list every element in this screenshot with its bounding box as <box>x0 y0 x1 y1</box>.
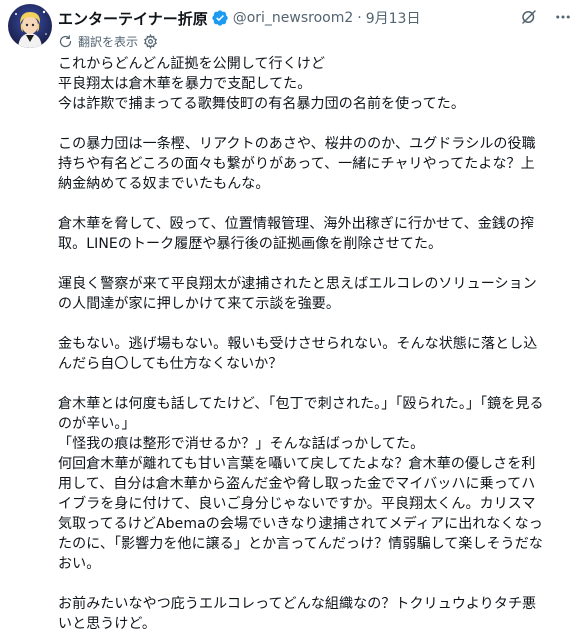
separator-dot: · <box>357 10 362 26</box>
more-options-icon[interactable] <box>553 7 573 27</box>
tweet-line: お前みたいなやつ庇うエルコレってどんな組織なの？トクリュウよりタチ悪 <box>58 596 537 612</box>
avatar-image <box>8 4 52 48</box>
tweet-line: 「怪我の痕は整形で消せるか？」そんな話ばっかしてた。 <box>58 436 425 452</box>
tweet-line: んだら自〇しても仕方なくないか？ <box>58 356 283 372</box>
tweet-line: 気取ってるけどAbemaの会場でいきなり逮捕されてメディアに出れなくなっ <box>58 516 543 532</box>
avatar[interactable] <box>8 4 52 48</box>
tweet-line: 取。LINEのトーク履歴や暴行後の証拠画像を削除させてた。 <box>58 236 443 252</box>
verified-badge-icon <box>211 9 229 27</box>
settings-gear-icon[interactable] <box>143 33 158 49</box>
display-name[interactable]: エンターテイナー折原 <box>58 8 208 29</box>
tweet-line: の人間達が家に押しかけて来て示談を強要。 <box>58 296 340 312</box>
tweet-line: 運良く警察が来て平良翔太が逮捕されたと思えばエルコレのソリューション <box>58 276 537 292</box>
tweet-paragraph: この暴力団は一条樫、リアクトのあさや、桜井ののか、ユグドラシルの役職 持ちや有名ど… <box>58 134 572 194</box>
header-actions <box>519 7 573 27</box>
tweet-line: 納金納めてる奴までいたもんな。 <box>58 176 270 192</box>
tweet-text: これからどんどん証拠を公開して行くけど 平良翔太は倉木華を暴力で支配してた。今は詐… <box>58 54 572 634</box>
author-handle[interactable]: @ori_newsroom2 <box>233 10 354 26</box>
tweet-line: 用して、自分は倉木華から盗んだ金や脅し取った金でマイバッハに乗ってハ <box>58 476 536 492</box>
tweet-line: 倉木華を脅して、殴って、位置情報管理、海外出稼ぎに行かせて、金銭の搾 <box>58 216 535 232</box>
tweet-line: 金もない。逃げ場もない。報いも受けさせられない。そんな状態に落とし込 <box>58 336 538 352</box>
tweet-paragraph: これからどんどん証拠を公開して行くけど 平良翔太は倉木華を暴力で支配してた。今は詐… <box>58 54 572 114</box>
tweet-paragraph: 倉木華とは何度も話してたけど、「包丁で刺された。」「殴られた。」「鏡を見る のが辛… <box>58 394 572 574</box>
tweet-line: のが辛い。」 <box>58 416 136 432</box>
show-translation-link[interactable]: 翻訳を表示 <box>78 33 138 50</box>
tweet-paragraph: 金もない。逃げ場もない。報いも受けさせられない。そんな状態に落とし込 んだら自〇し… <box>58 334 572 374</box>
tweet-line: おい。 <box>58 556 101 572</box>
tweet-header: エンターテイナー折原 @ori_newsroom2 · 9月13日 <box>58 7 573 29</box>
tweet-line: 倉木華とは何度も話してたけど、「包丁で刺された。」「殴られた。」「鏡を見る <box>58 396 544 412</box>
tweet-paragraph: お前みたいなやつ庇うエルコレってどんな組織なの？トクリュウよりタチ悪 いと思うけど… <box>58 594 572 634</box>
tweet-line: 平良翔太は倉木華を暴力で支配してた。 <box>58 76 312 92</box>
tweet-line: イブラを身に付けて、良いご身分じゃないですか。平良翔太くん。カリスマ <box>58 496 536 512</box>
grok-icon[interactable] <box>519 7 539 27</box>
tweet-line: この暴力団は一条樫、リアクトのあさや、桜井ののか、ユグドラシルの役職 <box>58 136 536 152</box>
tweet-line: いと思うけど。 <box>58 616 156 632</box>
tweet-paragraph: 運良く警察が来て平良翔太が逮捕されたと思えばエルコレのソリューション の人間達が家… <box>58 274 572 314</box>
tweet: エンターテイナー折原 @ori_newsroom2 · 9月13日 翻訳を表示 … <box>0 0 583 640</box>
translate-row: 翻訳を表示 <box>58 31 158 51</box>
tweet-paragraph: 倉木華を脅して、殴って、位置情報管理、海外出稼ぎに行かせて、金銭の搾 取。LINE… <box>58 214 572 254</box>
post-date[interactable]: 9月13日 <box>366 8 421 28</box>
tweet-line: これからどんどん証拠を公開して行くけど <box>58 56 326 72</box>
translate-icon <box>58 34 73 49</box>
tweet-line: 持ちや有名どころの面々も繋がりがあって、一緒にチャリやってたよな？上 <box>58 156 535 172</box>
tweet-line: 今は詐欺で捕まってる歌舞伎町の有名暴力団の名前を使ってた。 <box>58 96 465 112</box>
tweet-line: たのに、「影響力を他に譲る」とか言ってんだっけ？情弱騙して楽しそうだな <box>58 536 543 552</box>
tweet-line: 何回倉木華が離れても甘い言葉を囁いて戻してたよな？倉木華の優しさを利 <box>58 456 536 472</box>
